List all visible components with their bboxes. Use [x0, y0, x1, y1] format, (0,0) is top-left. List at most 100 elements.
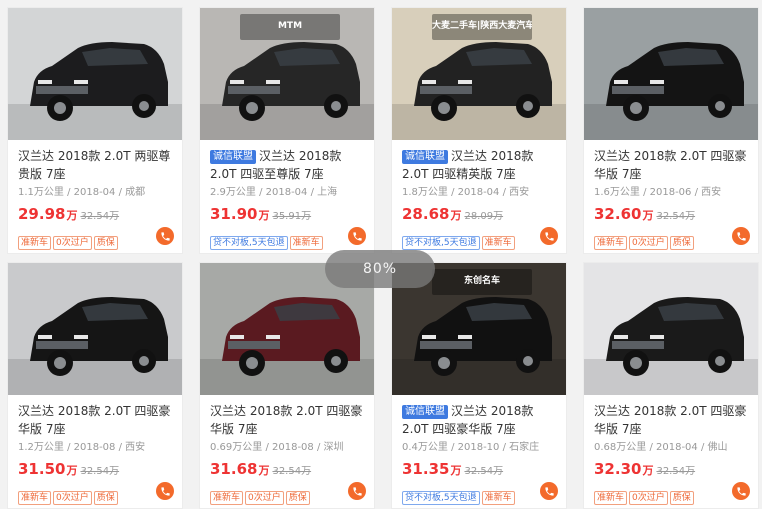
listing-card[interactable]: MTM 诚信联盟 汉兰达 2018款 2.0T 四驱至尊版 7座 2.9万公里 / 2… [199, 7, 375, 254]
phone-call-button[interactable] [156, 227, 174, 245]
phone-call-button[interactable] [348, 227, 366, 245]
listing-title[interactable]: 诚信联盟 汉兰达 2018款 2.0T 四驱豪华版 7座 [402, 402, 557, 438]
original-price: 35.91万 [272, 211, 312, 222]
listing-meta: 0.4万公里 / 2018-10 / 石家庄 [402, 442, 540, 453]
listing-title-text: 汉兰达 2018款 2.0T 四驱豪华版 7座 [594, 404, 747, 436]
price-unit: 万 [258, 464, 270, 477]
zoom-indicator: 80% [325, 250, 435, 288]
listing-tag: 准新车 [289, 236, 323, 250]
listing-title[interactable]: 诚信联盟 汉兰达 2018款 2.0T 四驱至尊版 7座 [210, 147, 365, 183]
phone-icon [160, 486, 170, 496]
price-row: 31.68万 32.54万 [210, 459, 365, 482]
listing-meta: 0.69万公里 / 2018-08 / 深圳 [210, 442, 344, 453]
original-price: 32.54万 [80, 211, 120, 222]
price-row: 31.50万 32.54万 [18, 459, 173, 482]
phone-call-button[interactable] [348, 482, 366, 500]
listing-title-text: 汉兰达 2018款 2.0T 四驱豪华版 7座 [210, 404, 363, 436]
trust-badge: 诚信联盟 [210, 150, 256, 164]
listing-tag: 0次过户 [53, 491, 92, 505]
tag-list: 贷不对板,5天包退 准新车 [210, 230, 365, 250]
original-price: 32.54万 [656, 211, 696, 222]
tag-list: 准新车 0次过户 质保 [210, 485, 365, 505]
listing-meta: 1.8万公里 / 2018-04 / 西安 [402, 187, 530, 198]
price-unit: 万 [450, 209, 462, 222]
listing-title[interactable]: 汉兰达 2018款 2.0T 四驱豪华版 7座 [210, 402, 365, 438]
listing-card[interactable]: 汉兰达 2018款 2.0T 四驱豪华版 7座 1.6万公里 / 2018-06 … [583, 7, 759, 254]
price-unit: 万 [642, 209, 654, 222]
phone-call-button[interactable] [156, 482, 174, 500]
price-unit: 万 [642, 464, 654, 477]
listing-meta: 1.1万公里 / 2018-04 / 成都 [18, 187, 146, 198]
listing-tag: 准新车 [18, 491, 52, 505]
trust-badge: 诚信联盟 [402, 405, 448, 419]
listing-tag: 准新车 [594, 491, 628, 505]
tag-list: 准新车 0次过户 质保 [594, 230, 749, 250]
price-unit: 万 [258, 209, 270, 222]
listing-tag: 贷不对板,5天包退 [402, 491, 480, 505]
price-row: 28.68万 28.09万 [402, 204, 557, 227]
trust-badge: 诚信联盟 [402, 150, 448, 164]
sale-price: 29.98 [18, 205, 66, 223]
car-photo [8, 8, 182, 140]
listing-card[interactable]: 大麦二手车|陕西大麦汽车销售诚信联盟汉兰达 2018款 2.0T 四驱精英版 7… [391, 7, 567, 254]
sale-price: 31.35 [402, 460, 450, 478]
tag-list: 准新车 0次过户 质保 [18, 230, 173, 250]
listing-tag: 0次过户 [245, 491, 284, 505]
listing-title-text: 汉兰达 2018款 2.0T 两驱尊贵版 7座 [18, 149, 171, 181]
sale-price: 31.50 [18, 460, 66, 478]
sale-price: 28.68 [402, 205, 450, 223]
listing-tag: 质保 [93, 491, 118, 505]
sale-price: 32.60 [594, 205, 642, 223]
listing-tag: 准新车 [594, 236, 628, 250]
listing-title[interactable]: 汉兰达 2018款 2.0T 四驱豪华版 7座 [594, 402, 749, 438]
sale-price: 31.68 [210, 460, 258, 478]
listing-title[interactable]: 汉兰达 2018款 2.0T 四驱豪华版 7座 [18, 402, 173, 438]
price-row: 32.30万 32.54万 [594, 459, 749, 482]
listing-tag: 准新车 [481, 491, 515, 505]
original-price: 32.54万 [272, 466, 312, 477]
price-unit: 万 [66, 464, 78, 477]
page: { "zoom_level": "80%", "listings": [ {"b… [0, 0, 762, 509]
listing-title[interactable]: 诚信联盟 汉兰达 2018款 2.0T 四驱精英版 7座 [402, 147, 557, 183]
listing-tag: 质保 [669, 236, 694, 250]
listing-tag: 0次过户 [629, 491, 668, 505]
listing-card[interactable]: 汉兰达 2018款 2.0T 四驱豪华版 7座 0.69万公里 / 2018-08… [199, 262, 375, 509]
car-photo [584, 263, 758, 395]
listing-tag: 质保 [93, 236, 118, 250]
phone-icon [352, 486, 362, 496]
phone-icon [736, 486, 746, 496]
price-row: 32.60万 32.54万 [594, 204, 749, 227]
tag-list: 准新车 0次过户 质保 [18, 485, 173, 505]
listing-tag: 准新车 [210, 491, 244, 505]
phone-icon [544, 486, 554, 496]
phone-call-button[interactable] [732, 482, 750, 500]
phone-call-button[interactable] [540, 482, 558, 500]
phone-icon [544, 231, 554, 241]
listing-card[interactable]: 东创名车诚信联盟 汉兰达 2018款 2.0T 四驱豪华版 7座 0.4万公里 / … [391, 262, 567, 509]
listing-meta: 1.6万公里 / 2018-06 / 西安 [594, 187, 722, 198]
listing-tag: 0次过户 [53, 236, 92, 250]
listing-card[interactable]: 汉兰达 2018款 2.0T 四驱豪华版 7座 0.68万公里 / 2018-04… [583, 262, 759, 509]
listing-card[interactable]: 汉兰达 2018款 2.0T 两驱尊贵版 7座 1.1万公里 / 2018-04 … [7, 7, 183, 254]
price-unit: 万 [450, 464, 462, 477]
sale-price: 32.30 [594, 460, 642, 478]
listing-title[interactable]: 汉兰达 2018款 2.0T 四驱豪华版 7座 [594, 147, 749, 183]
phone-call-button[interactable] [540, 227, 558, 245]
price-row: 29.98万 32.54万 [18, 204, 173, 227]
car-photo [8, 263, 182, 395]
listing-card[interactable]: 汉兰达 2018款 2.0T 四驱豪华版 7座 1.2万公里 / 2018-08 … [7, 262, 183, 509]
tag-list: 准新车 0次过户 质保 [594, 485, 749, 505]
phone-call-button[interactable] [732, 227, 750, 245]
car-photo [584, 8, 758, 140]
listing-title-text: 汉兰达 2018款 2.0T 四驱豪华版 7座 [594, 149, 747, 181]
phone-icon [160, 231, 170, 241]
sale-price: 31.90 [210, 205, 258, 223]
listing-tag: 质保 [669, 491, 694, 505]
listing-title[interactable]: 汉兰达 2018款 2.0T 两驱尊贵版 7座 [18, 147, 173, 183]
listing-meta: 0.68万公里 / 2018-04 / 佛山 [594, 442, 728, 453]
tag-list: 贷不对板,5天包退 准新车 [402, 485, 557, 505]
dealer-sign: 东创名车 [463, 276, 500, 286]
tag-list: 贷不对板,5天包退 准新车 [402, 230, 557, 250]
listing-tag: 贷不对板,5天包退 [402, 236, 480, 250]
listing-tag: 准新车 [481, 236, 515, 250]
